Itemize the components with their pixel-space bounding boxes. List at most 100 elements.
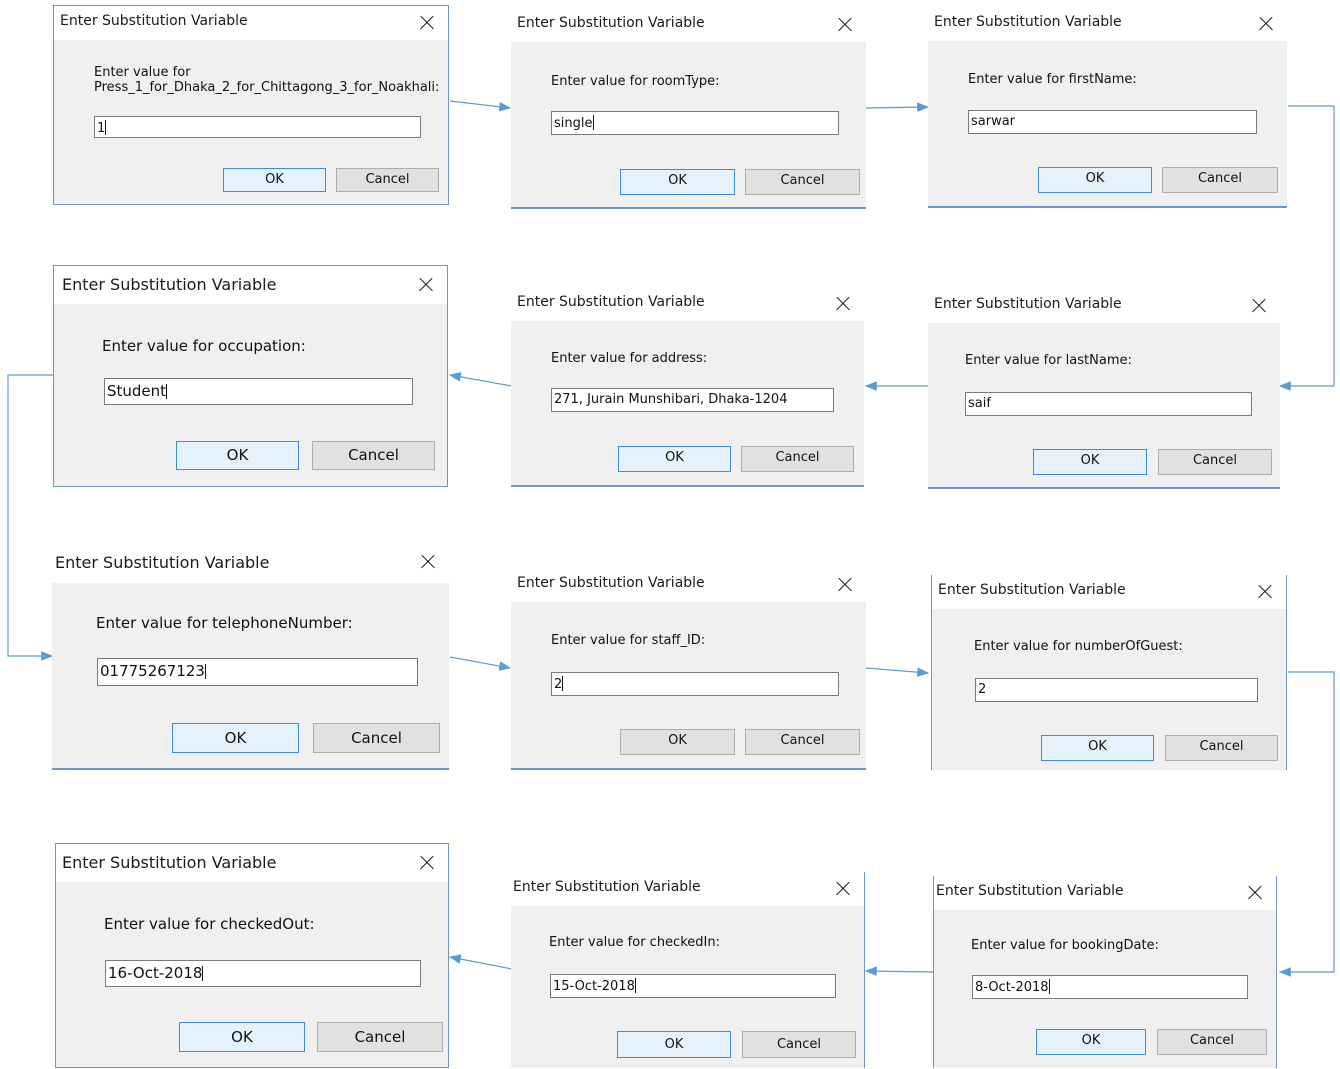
prompt-label: Enter value for bookingDate: — [971, 938, 1159, 953]
dialog-roomtype: Enter Substitution Variable Enter value … — [511, 8, 866, 209]
arrow-4-7 — [7, 374, 54, 661]
close-icon[interactable] — [420, 16, 434, 30]
dialog-titlebar: Enter Substitution Variable — [511, 287, 864, 321]
text-caret — [1048, 979, 1050, 994]
dialog-title: Enter Substitution Variable — [934, 296, 1122, 312]
dialog-title: Enter Substitution Variable — [934, 14, 1122, 30]
text-caret — [166, 384, 168, 399]
text-caret — [105, 120, 107, 135]
dialog-title: Enter Substitution Variable — [60, 13, 248, 29]
text-caret — [562, 676, 564, 691]
prompt-label: Enter value for telephoneNumber: — [96, 614, 353, 632]
ok-button[interactable]: OK — [223, 168, 326, 192]
ok-button[interactable]: OK — [617, 1031, 731, 1058]
cancel-button[interactable]: Cancel — [1158, 449, 1272, 475]
value-input[interactable]: single — [551, 111, 839, 135]
prompt-label: Enter value for Press_1_for_Dhaka_2_for_… — [94, 65, 440, 95]
prompt-label: Enter value for occupation: — [102, 337, 306, 355]
value-input[interactable]: 8-Oct-2018 — [972, 975, 1248, 999]
close-icon[interactable] — [1248, 886, 1262, 900]
arrow-8-9 — [865, 667, 930, 677]
cancel-button[interactable]: Cancel — [317, 1022, 443, 1052]
close-icon[interactable] — [838, 578, 852, 592]
value-text: saif — [968, 396, 991, 411]
prompt-label: Enter value for staff_ID: — [551, 633, 706, 648]
cancel-button[interactable]: Cancel — [742, 1031, 856, 1058]
dialog-checkedin: Enter Substitution Variable Enter value … — [511, 872, 865, 1068]
dialog-titlebar: Enter Substitution Variable — [54, 266, 447, 304]
ok-button[interactable]: OK — [620, 169, 735, 195]
ok-button[interactable]: OK — [179, 1022, 305, 1052]
prompt-label: Enter value for numberOfGuest: — [974, 639, 1183, 654]
dialog-title: Enter Substitution Variable — [517, 15, 705, 31]
ok-button[interactable]: OK — [618, 446, 731, 472]
value-text: 271, Jurain Munshibari, Dhaka-1204 — [554, 392, 788, 407]
close-icon[interactable] — [836, 297, 850, 311]
cancel-button[interactable]: Cancel — [745, 729, 860, 755]
cancel-button[interactable]: Cancel — [1162, 167, 1278, 193]
value-input[interactable]: sarwar — [968, 110, 1257, 134]
value-input[interactable]: 271, Jurain Munshibari, Dhaka-1204 — [551, 388, 834, 412]
dialog-titlebar: Enter Substitution Variable — [928, 289, 1280, 323]
cancel-button[interactable]: Cancel — [745, 169, 860, 195]
value-text: 15-Oct-2018 — [553, 979, 635, 994]
value-input[interactable]: 15-Oct-2018 — [550, 974, 836, 998]
ok-button[interactable]: OK — [172, 723, 299, 753]
cancel-button[interactable]: Cancel — [312, 441, 435, 470]
dialog-title: Enter Substitution Variable — [513, 879, 701, 895]
arrow-12-11 — [864, 966, 935, 976]
cancel-button[interactable]: Cancel — [741, 446, 854, 472]
arrow-2-3 — [865, 102, 930, 112]
dialog-titlebar: Enter Substitution Variable — [54, 6, 448, 40]
value-text: sarwar — [971, 114, 1016, 129]
cancel-button[interactable]: Cancel — [336, 168, 439, 192]
ok-button[interactable]: OK — [1036, 1029, 1146, 1055]
value-input[interactable]: 2 — [975, 678, 1258, 702]
close-icon[interactable] — [1258, 585, 1272, 599]
dialog-telephone: Enter Substitution Variable Enter value … — [52, 545, 449, 770]
text-caret — [204, 664, 206, 679]
value-text: 8-Oct-2018 — [975, 980, 1049, 995]
close-icon[interactable] — [836, 882, 850, 896]
ok-button[interactable]: OK — [1033, 449, 1147, 475]
value-input[interactable]: saif — [965, 392, 1252, 416]
cancel-button[interactable]: Cancel — [313, 723, 440, 753]
close-icon[interactable] — [1252, 299, 1266, 313]
arrow-1-2 — [449, 100, 512, 112]
ok-button[interactable]: OK — [1041, 735, 1154, 761]
value-input[interactable]: 2 — [551, 672, 839, 696]
value-input[interactable]: 1 — [94, 116, 421, 138]
value-input[interactable]: 01775267123 — [97, 658, 418, 686]
text-caret — [592, 115, 594, 130]
value-text: 2 — [978, 682, 987, 697]
close-icon[interactable] — [838, 18, 852, 32]
ok-button[interactable]: OK — [620, 729, 735, 755]
ok-button[interactable]: OK — [176, 441, 299, 470]
close-icon[interactable] — [419, 278, 433, 292]
arrow-11-10 — [448, 954, 513, 970]
dialog-title: Enter Substitution Variable — [62, 853, 277, 872]
dialog-bottom-border — [511, 207, 866, 209]
value-text: Student — [107, 382, 167, 400]
arrow-3-6 — [1278, 105, 1335, 391]
dialog-titlebar: Enter Substitution Variable — [511, 568, 866, 602]
value-input[interactable]: 16-Oct-2018 — [105, 960, 421, 987]
close-icon[interactable] — [420, 856, 434, 870]
arrow-5-4 — [448, 372, 513, 387]
dialog-firstname: Enter Substitution Variable Enter value … — [928, 7, 1287, 208]
value-text: 1 — [97, 121, 106, 136]
cancel-button[interactable]: Cancel — [1165, 735, 1278, 761]
dialog-bottom-border — [511, 485, 864, 487]
text-caret — [202, 966, 204, 981]
text-caret — [634, 978, 636, 993]
prompt-label: Enter value for checkedIn: — [549, 935, 720, 950]
dialog-titlebar: Enter Substitution Variable — [56, 844, 448, 882]
ok-button[interactable]: OK — [1038, 167, 1152, 193]
dialog-title: Enter Substitution Variable — [517, 294, 705, 310]
value-text: single — [554, 116, 593, 131]
value-input[interactable]: Student — [104, 378, 413, 405]
close-icon[interactable] — [1259, 17, 1273, 31]
close-icon[interactable] — [421, 555, 435, 569]
cancel-button[interactable]: Cancel — [1157, 1029, 1267, 1055]
dialog-staffid: Enter Substitution Variable Enter value … — [511, 568, 866, 770]
